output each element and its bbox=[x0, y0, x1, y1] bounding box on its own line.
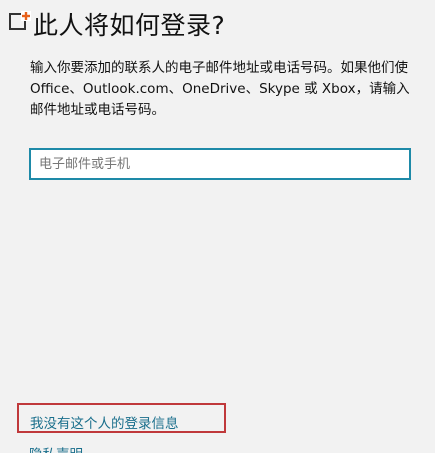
page-title: 此人将如何登录? bbox=[33, 11, 226, 40]
description-line: 输入你要添加的联系人的电子邮件地址或电话号码。如果他们使 bbox=[30, 60, 408, 76]
description-text: 输入你要添加的联系人的电子邮件地址或电话号码。如果他们使 Office、Outl… bbox=[30, 58, 435, 121]
email-or-phone-field-container bbox=[29, 148, 411, 180]
privacy-statement-link[interactable]: 隐私声明 bbox=[29, 443, 83, 453]
description-line: 邮件地址或电话号码。 bbox=[30, 102, 165, 118]
no-signin-info-link[interactable]: 我没有这个人的登录信息 bbox=[30, 412, 179, 432]
highlight-box: 我没有这个人的登录信息 bbox=[17, 403, 226, 433]
description-line: Office、Outlook.com、OneDrive、Skype 或 Xbox… bbox=[30, 81, 410, 97]
add-user-dialog: 此人将如何登录? 输入你要添加的联系人的电子邮件地址或电话号码。如果他们使 Of… bbox=[0, 0, 435, 453]
app-icon bbox=[9, 11, 31, 30]
email-or-phone-input[interactable] bbox=[31, 150, 409, 178]
